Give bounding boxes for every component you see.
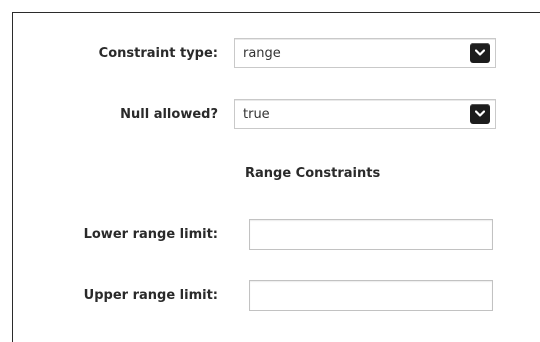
null-allowed-dropdown-button[interactable] bbox=[470, 104, 490, 124]
upper-range-limit-label: Upper range limit: bbox=[83, 288, 218, 303]
chevron-down-icon bbox=[475, 110, 485, 117]
null-allowed-select[interactable]: true bbox=[234, 99, 496, 129]
constraint-type-value: range bbox=[243, 46, 281, 61]
constraint-type-label: Constraint type: bbox=[98, 46, 218, 61]
lower-range-limit-label: Lower range limit: bbox=[83, 227, 218, 242]
constraint-type-dropdown-button[interactable] bbox=[470, 43, 490, 63]
constraint-type-select[interactable]: range bbox=[234, 38, 496, 68]
chevron-down-icon bbox=[475, 49, 485, 56]
null-allowed-label: Null allowed? bbox=[120, 107, 218, 122]
lower-range-limit-input[interactable] bbox=[249, 219, 493, 250]
upper-range-limit-input[interactable] bbox=[249, 280, 493, 311]
range-constraints-heading: Range Constraints bbox=[245, 166, 381, 181]
null-allowed-value: true bbox=[243, 107, 270, 122]
